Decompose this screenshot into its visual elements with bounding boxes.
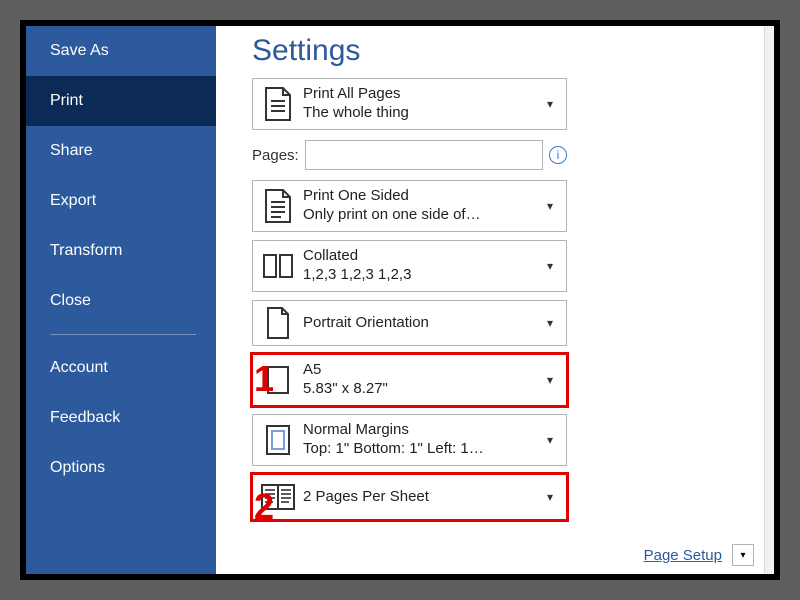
- sidebar-item-label: Account: [50, 359, 108, 376]
- sidebar-item-export[interactable]: Export: [26, 176, 216, 226]
- setting-title: Collated: [303, 247, 542, 266]
- setting-title: Print All Pages: [303, 85, 542, 104]
- page-one-side-icon: [259, 189, 297, 223]
- setting-orientation[interactable]: Portrait Orientation ▾: [252, 300, 567, 346]
- sidebar-item-label: Transform: [50, 242, 122, 259]
- pages-row: Pages: i: [252, 138, 567, 172]
- setting-subtitle: The whole thing: [303, 104, 542, 123]
- pages-label: Pages:: [252, 147, 299, 164]
- settings-panel: Settings Print All Pages The whole thing…: [216, 26, 774, 574]
- sidebar-item-label: Close: [50, 292, 91, 309]
- setting-subtitle: Only print on one side of…: [303, 206, 542, 225]
- setting-print-pages[interactable]: Print All Pages The whole thing ▾: [252, 78, 567, 130]
- sidebar-item-transform[interactable]: Transform: [26, 226, 216, 276]
- collated-icon: [259, 253, 297, 279]
- sidebar-item-feedback[interactable]: Feedback: [26, 393, 216, 443]
- sidebar-item-share[interactable]: Share: [26, 126, 216, 176]
- setting-subtitle: 1,2,3 1,2,3 1,2,3: [303, 266, 542, 285]
- sidebar-item-label: Feedback: [50, 409, 120, 426]
- info-icon[interactable]: i: [549, 146, 567, 164]
- sidebar-item-account[interactable]: Account: [26, 343, 216, 393]
- sidebar-item-label: Export: [50, 192, 96, 209]
- page-setup-link[interactable]: Page Setup: [644, 547, 722, 564]
- setting-title: Portrait Orientation: [303, 314, 542, 333]
- setting-title: Normal Margins: [303, 421, 542, 440]
- chevron-down-icon: ▾: [542, 490, 558, 504]
- sidebar-item-save-as[interactable]: Save As: [26, 26, 216, 76]
- backstage-sidebar: Save As Print Share Export Transform Clo…: [26, 26, 216, 574]
- sidebar-divider: [50, 334, 196, 335]
- chevron-down-icon: ▾: [542, 373, 558, 387]
- setting-paper-size[interactable]: A5 5.83" x 8.27" ▾: [252, 354, 567, 406]
- margins-icon: [259, 424, 297, 456]
- document-lines-icon: [259, 87, 297, 121]
- sidebar-item-label: Share: [50, 142, 93, 159]
- setting-title: Print One Sided: [303, 187, 542, 206]
- scrollbar[interactable]: [764, 26, 774, 574]
- setting-subtitle: Top: 1" Bottom: 1" Left: 1…: [303, 440, 542, 459]
- setting-collate[interactable]: Collated 1,2,3 1,2,3 1,2,3 ▾: [252, 240, 567, 292]
- setting-title: 2 Pages Per Sheet: [303, 488, 542, 507]
- chevron-down-icon: ▾: [542, 316, 558, 330]
- page-setup-dropdown[interactable]: ▾: [732, 544, 754, 566]
- sidebar-item-label: Options: [50, 459, 105, 476]
- chevron-down-icon: ▾: [542, 433, 558, 447]
- annotation-2: 2: [254, 486, 274, 528]
- setting-pages-per-sheet[interactable]: 2 Pages Per Sheet ▾: [252, 474, 567, 520]
- chevron-down-icon: ▾: [542, 97, 558, 111]
- settings-heading: Settings: [252, 34, 756, 68]
- sidebar-item-label: Save As: [50, 42, 109, 59]
- print-backstage-window: Save As Print Share Export Transform Clo…: [26, 26, 774, 574]
- setting-subtitle: 5.83" x 8.27": [303, 380, 542, 399]
- setting-margins[interactable]: Normal Margins Top: 1" Bottom: 1" Left: …: [252, 414, 567, 466]
- portrait-icon: [259, 307, 297, 339]
- annotation-1: 1: [254, 358, 274, 400]
- setting-sides[interactable]: Print One Sided Only print on one side o…: [252, 180, 567, 232]
- chevron-down-icon: ▾: [542, 259, 558, 273]
- setting-title: A5: [303, 361, 542, 380]
- chevron-down-icon: ▾: [542, 199, 558, 213]
- sidebar-item-print[interactable]: Print: [26, 76, 216, 126]
- sidebar-item-close[interactable]: Close: [26, 276, 216, 326]
- sidebar-item-options[interactable]: Options: [26, 443, 216, 493]
- sidebar-item-label: Print: [50, 92, 83, 109]
- pages-input[interactable]: [305, 140, 543, 170]
